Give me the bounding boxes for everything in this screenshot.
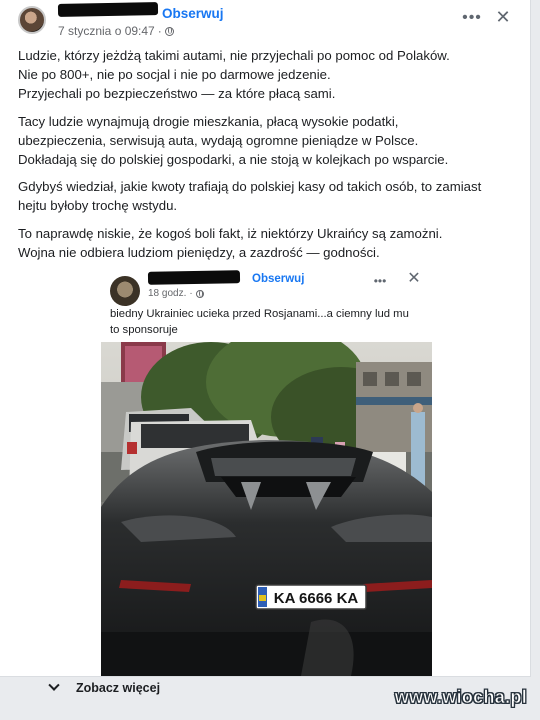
shared-follow-label: Obserwuj <box>252 273 305 285</box>
see-more-button[interactable]: Zobacz więcej <box>48 678 161 698</box>
post-date[interactable]: 7 stycznia o 09:47 <box>58 24 155 38</box>
shared-post-meta: 18 godz. · <box>148 288 204 299</box>
see-more-label: Zobacz więcej <box>76 681 161 695</box>
globe-icon <box>195 289 204 298</box>
facebook-post-card: Obserwuj 7 stycznia o 09:47 · ••• ✕ Ludz… <box>0 0 531 676</box>
more-options-icon[interactable]: ••• <box>462 10 482 26</box>
redacted-shared-author-name <box>147 270 241 285</box>
post-text: Ludzie, którzy jeżdżą takimi autami, nie… <box>18 46 518 270</box>
car-photo: KA 6666 KA <box>101 342 432 676</box>
post-header: Obserwuj 7 stycznia o 09:47 · ••• ✕ <box>0 0 531 44</box>
paragraph-2: Tacy ludzie wynajmują drogie mieszkania,… <box>18 113 449 168</box>
shared-post-text: biedny Ukrainiec ucieka przed Rosjanami.… <box>110 308 409 336</box>
paragraph-3: Gdybyś wiedział, jakie kwoty trafiają do… <box>18 179 482 214</box>
shared-author-avatar <box>110 276 140 306</box>
site-watermark: www.wiocha.pl <box>394 687 527 708</box>
license-plate-text: KA 6666 KA <box>274 590 359 607</box>
shared-more-options-icon: ••• <box>373 274 387 288</box>
redacted-author-name <box>57 2 159 17</box>
follow-button[interactable]: Obserwuj <box>162 6 224 21</box>
shared-post-time: 18 godz. <box>148 288 187 299</box>
author-avatar[interactable] <box>18 6 46 34</box>
paragraph-4: To naprawdę niskie, że kogoś boli fakt, … <box>18 225 443 260</box>
shared-close-icon: ✕ <box>407 270 421 287</box>
shared-post-screenshot[interactable]: Obserwuj 18 godz. · ••• ✕ biedny Ukraini… <box>90 266 440 676</box>
paragraph-1: Ludzie, którzy jeżdżą takimi autami, nie… <box>18 48 450 102</box>
card-divider <box>0 676 531 677</box>
close-icon[interactable]: ✕ <box>494 8 512 26</box>
globe-icon <box>164 26 174 36</box>
post-meta: 7 stycznia o 09:47 · <box>58 24 174 38</box>
screenshot-page: Obserwuj 7 stycznia o 09:47 · ••• ✕ Ludz… <box>0 0 540 720</box>
chevron-down-icon <box>48 679 60 691</box>
